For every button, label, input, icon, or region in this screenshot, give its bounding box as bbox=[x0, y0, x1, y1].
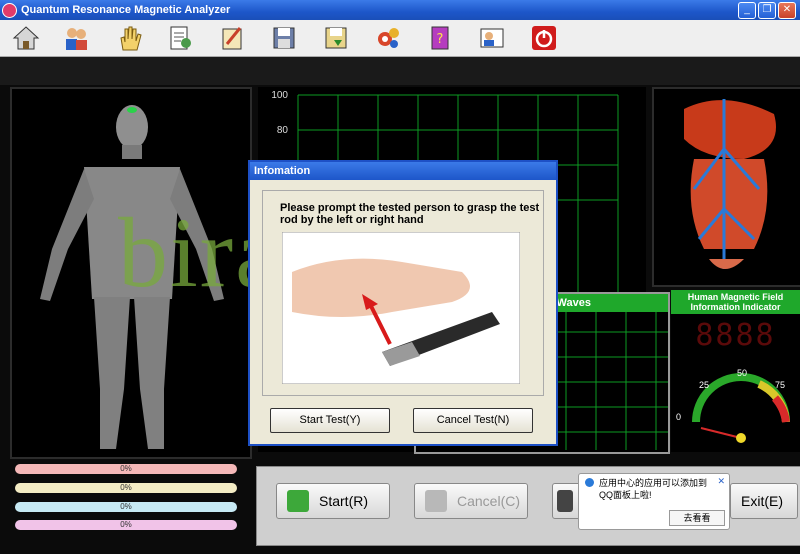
title-bar: Quantum Resonance Magnetic Analyzer _ ❐ … bbox=[0, 0, 800, 20]
notification-text: 应用中心的应用可以添加到QQ面板上啦! bbox=[599, 478, 708, 500]
cancel-button[interactable]: Cancel(C) bbox=[414, 483, 528, 519]
exit-label: Exit(E) bbox=[741, 493, 783, 509]
gauge-label-50: 50 bbox=[737, 368, 748, 378]
settings-gears-icon[interactable] bbox=[374, 24, 402, 52]
edit-report-icon[interactable] bbox=[218, 24, 246, 52]
progress-bar-2: 0% bbox=[15, 483, 237, 493]
organs-image bbox=[684, 99, 776, 269]
window-title: Quantum Resonance Magnetic Analyzer bbox=[21, 4, 231, 16]
refresh-icon bbox=[425, 490, 447, 512]
users-icon[interactable] bbox=[62, 24, 90, 52]
start-test-button[interactable]: Start Test(Y) bbox=[270, 408, 390, 433]
hand-rod-image bbox=[282, 232, 520, 384]
user-info-icon[interactable] bbox=[478, 24, 506, 52]
y-tick-label: 100 bbox=[271, 90, 288, 101]
info-dialog: Infomation Please prompt the tested pers… bbox=[248, 160, 558, 446]
help-book-icon[interactable]: ? bbox=[426, 24, 454, 52]
restore-button[interactable]: ❐ bbox=[758, 2, 776, 19]
indicator-title: Human Magnetic Field Information Indicat… bbox=[671, 290, 800, 314]
minimize-button[interactable]: _ bbox=[738, 2, 756, 19]
toolbar: ? bbox=[0, 20, 800, 57]
save-as-icon[interactable] bbox=[322, 24, 350, 52]
indicator-panel: Human Magnetic Field Information Indicat… bbox=[671, 290, 800, 452]
cancel-test-button[interactable]: Cancel Test(N) bbox=[413, 408, 533, 433]
hand-icon[interactable] bbox=[115, 24, 143, 52]
start-label: Start(R) bbox=[319, 493, 368, 509]
notification-close-button[interactable]: ✕ bbox=[717, 476, 725, 487]
floppy-icon bbox=[557, 490, 573, 512]
close-button[interactable]: ✕ bbox=[778, 2, 796, 19]
cancel-label: Cancel(C) bbox=[457, 493, 521, 509]
view-button[interactable]: 去看看 bbox=[669, 510, 725, 526]
gauge bbox=[692, 373, 790, 443]
organ-panel bbox=[652, 87, 800, 287]
progress-bar-4: 0% bbox=[15, 520, 237, 530]
svg-text:?: ? bbox=[437, 32, 444, 47]
report-icon[interactable] bbox=[166, 24, 194, 52]
dialog-title: Infomation bbox=[250, 162, 556, 180]
toolbar-strip bbox=[0, 57, 800, 85]
info-icon bbox=[585, 478, 594, 487]
thumbs-up-icon bbox=[287, 490, 309, 512]
gauge-label-75: 75 bbox=[775, 380, 786, 390]
gauge-label-25: 25 bbox=[699, 380, 710, 390]
digit-display: 8888 bbox=[695, 318, 776, 353]
save-icon[interactable] bbox=[270, 24, 298, 52]
dialog-message: Please prompt the tested person to grasp… bbox=[280, 202, 540, 226]
start-button[interactable]: Start(R) bbox=[276, 483, 390, 519]
power-icon[interactable] bbox=[530, 24, 558, 52]
app-icon bbox=[2, 2, 17, 18]
exit-button[interactable]: Exit(E) bbox=[730, 483, 798, 519]
home-icon[interactable] bbox=[12, 24, 40, 52]
gauge-label-0: 0 bbox=[676, 412, 682, 422]
y-tick-label: 80 bbox=[276, 125, 288, 136]
progress-bar-3: 0% bbox=[15, 502, 237, 512]
qq-notification: 应用中心的应用可以添加到QQ面板上啦! ✕ 去看看 bbox=[578, 473, 730, 530]
progress-bar-1: 0% bbox=[15, 464, 237, 474]
